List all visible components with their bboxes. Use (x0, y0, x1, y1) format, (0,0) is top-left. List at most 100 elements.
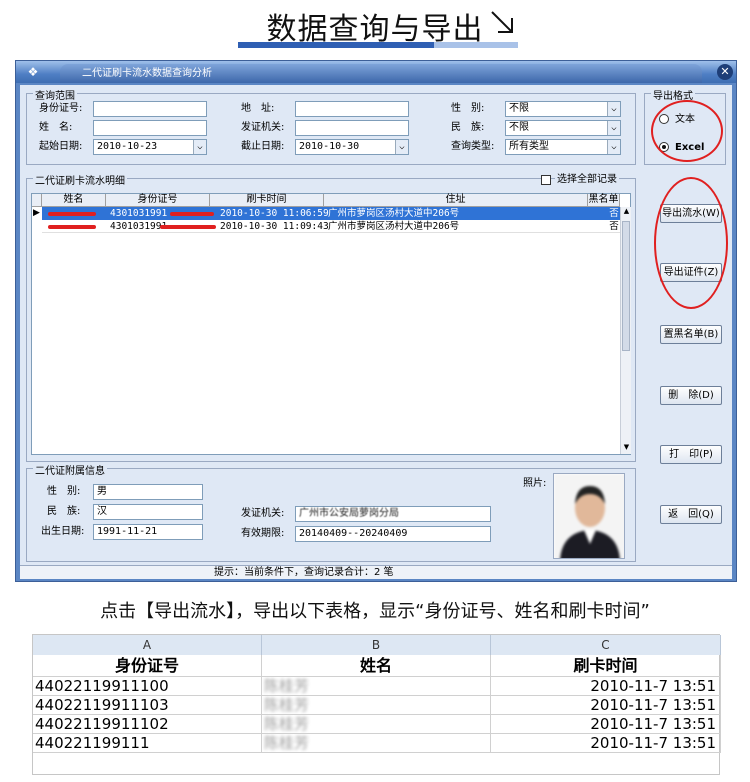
print-button[interactable]: 打 印(P) (660, 445, 722, 464)
cell-id: 44022119911103 (33, 696, 262, 715)
redaction-mark (48, 225, 96, 229)
cell-id: 44022119911102 (33, 715, 262, 734)
extra-info-group: 二代证附属信息 性 别: 男 民 族: 汉 出生日期: 1991-11-21 发… (26, 462, 636, 562)
app-logo-icon: ❖ (27, 65, 39, 79)
column-header-blacklist[interactable]: 黑名单 (588, 194, 620, 207)
column-header-address[interactable]: 住址 (324, 194, 588, 207)
birth-date-label: 出生日期: (41, 526, 85, 537)
validity-field: 20140409--20240409 (295, 526, 491, 542)
birth-date-field: 1991-11-21 (93, 524, 203, 540)
back-button[interactable]: 返 回(Q) (660, 505, 722, 524)
select-all-checkbox[interactable] (541, 175, 551, 185)
redaction-mark (160, 225, 216, 229)
redaction-mark (170, 212, 214, 216)
title-bar: ❖ 二代证刷卡流水数据查询分析 ✕ (16, 61, 736, 83)
cell-time: 2010-10-30 11:06:59 (220, 208, 329, 219)
table-row[interactable]: 4301031991 2010-10-30 11:06:59 广州市萝岗区汤村大… (42, 207, 620, 220)
issuer-input[interactable] (295, 120, 409, 136)
detail-group: 二代证刷卡流水明细 选择全部记录 姓名 身份证号 刷卡时间 住址 黑名单 430… (26, 172, 636, 462)
cell-time: 2010-11-7 13:51 (491, 677, 721, 696)
issuer-label: 发证机关: (241, 122, 285, 133)
arrow-down-right-icon (491, 11, 513, 33)
name-value: 陈桂芳 (264, 696, 310, 714)
app-window: ❖ 二代证刷卡流水数据查询分析 ✕ 查询范围 身份证号: 姓 名: 起始日期: … (15, 60, 737, 582)
cell-time: 2010-11-7 13:51 (491, 696, 721, 715)
blacklist-button[interactable]: 置黑名单(B) (660, 325, 722, 344)
table-row[interactable]: 4301031991 2010-10-30 11:09:43 广州市萝岗区汤村大… (42, 220, 620, 233)
query-range-group: 查询范围 身份证号: 姓 名: 起始日期: 2010-10-23 ⌵ 地 址: … (26, 87, 636, 165)
gender-select[interactable]: 不限 ⌵ (505, 101, 621, 117)
ethnic-label: 民 族: (47, 506, 81, 517)
highlight-oval (651, 100, 723, 162)
query-type-value: 所有类型 (509, 141, 549, 152)
address-input[interactable] (295, 101, 409, 117)
export-format-group: 导出格式 文本 Excel (644, 87, 726, 165)
gender-label: 性 别: (47, 486, 81, 497)
query-range-label: 查询范围 (33, 87, 77, 102)
name-label: 姓 名: (39, 122, 73, 133)
gender-field: 男 (93, 484, 203, 500)
window-title: 二代证刷卡流水数据查询分析 (60, 64, 702, 83)
cell-name: 陈桂芳 (262, 715, 491, 734)
column-letter-c: C (491, 635, 721, 655)
name-value: 陈桂芳 (264, 677, 310, 695)
status-text: 提示：当前条件下，查询记录合计：2 笔 (214, 567, 394, 578)
validity-label: 有效期限: (241, 528, 285, 539)
cell-time: 2010-10-30 11:09:43 (220, 221, 329, 232)
issuer-field: 广州市公安局萝岗分局 (295, 506, 491, 522)
chevron-down-icon[interactable]: ⌵ (607, 102, 620, 116)
cell-address: 广州市萝岗区汤村大道中206号 (328, 208, 460, 219)
ethnic-field: 汉 (93, 504, 203, 520)
chevron-down-icon[interactable]: ⌵ (607, 121, 620, 135)
scroll-down-icon[interactable]: ▼ (622, 443, 631, 453)
column-letter-b: B (262, 635, 491, 655)
column-header-time[interactable]: 刷卡时间 (210, 194, 324, 207)
status-bar: 提示：当前条件下，查询记录合计：2 笔 (20, 565, 732, 579)
scroll-thumb[interactable] (622, 221, 630, 351)
banner-underline (238, 42, 434, 48)
detail-grid: 姓名 身份证号 刷卡时间 住址 黑名单 4301031991 2010-10-3… (31, 193, 631, 455)
name-value: 陈桂芳 (264, 734, 310, 752)
delete-button[interactable]: 删 除(D) (660, 386, 722, 405)
start-date-value: 2010-10-23 (97, 141, 158, 152)
ethnic-select[interactable]: 不限 ⌵ (505, 120, 621, 136)
cell-time: 2010-11-7 13:51 (491, 715, 721, 734)
banner-underline-accent (434, 42, 518, 48)
select-all-label: 选择全部记录 (555, 173, 619, 187)
header-time: 刷卡时间 (491, 655, 721, 677)
query-type-select[interactable]: 所有类型 ⌵ (505, 139, 621, 155)
column-header-name[interactable]: 姓名 (42, 194, 106, 207)
cell-name: 陈桂芳 (262, 734, 491, 753)
chevron-down-icon[interactable]: ⌵ (607, 140, 620, 154)
start-date-label: 起始日期: (39, 141, 83, 152)
cell-id: 440221199111 (33, 734, 262, 753)
photo-label: 照片: (523, 478, 547, 489)
header-name: 姓名 (262, 655, 491, 677)
cell-address: 广州市萝岗区汤村大道中206号 (328, 221, 460, 232)
person-portrait-icon (554, 474, 624, 558)
name-input[interactable] (93, 120, 207, 136)
column-header-id[interactable]: 身份证号 (106, 194, 210, 207)
chevron-down-icon[interactable]: ⌵ (395, 140, 408, 154)
cell-name: 陈桂芳 (262, 696, 491, 715)
start-date-picker[interactable]: 2010-10-23 ⌵ (93, 139, 207, 155)
vertical-scrollbar[interactable]: ▲ ▼ (620, 207, 631, 454)
caption: 点击【导出流水】，导出以下表格，显示“身份证号、姓名和刷卡时间” (100, 601, 650, 622)
column-letter-a: A (33, 635, 262, 655)
header-id: 身份证号 (33, 655, 262, 677)
name-value: 陈桂芳 (264, 715, 310, 733)
end-date-picker[interactable]: 2010-10-30 ⌵ (295, 139, 409, 155)
issuer-value: 广州市公安局萝岗分局 (299, 508, 399, 519)
id-photo (553, 473, 625, 559)
close-icon[interactable]: ✕ (717, 64, 733, 80)
cell-time: 2010-11-7 13:51 (491, 734, 721, 753)
chevron-down-icon[interactable]: ⌵ (193, 140, 206, 154)
redaction-mark (48, 212, 96, 216)
address-label: 地 址: (241, 103, 275, 114)
row-indicator-header (32, 194, 42, 207)
id-number-label: 身份证号: (39, 103, 83, 114)
scroll-up-icon[interactable]: ▲ (622, 207, 631, 217)
cell-id: 44022119911100 (33, 677, 262, 696)
end-date-value: 2010-10-30 (299, 141, 360, 152)
id-number-input[interactable] (93, 101, 207, 117)
